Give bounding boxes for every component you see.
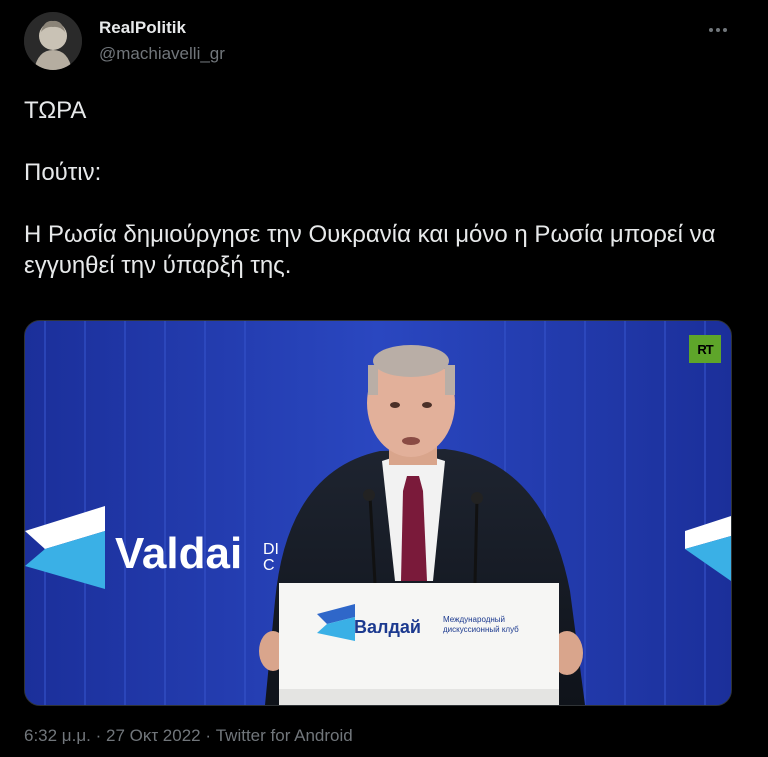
tweet-line: Πούτιν: [24, 159, 102, 186]
display-name[interactable]: RealPolitik [99, 18, 186, 38]
tweet-source-link[interactable]: Twitter for Android [216, 726, 353, 745]
tweet-metadata: 6:32 μ.μ. · 27 Οκτ 2022 · Twitter for An… [24, 726, 353, 746]
podium-tagline: Международный дискуссионный клуб [443, 615, 519, 634]
avatar-image [24, 12, 82, 70]
tweet-line: Η Ρωσία δημιούργησε την Ουκρανία και μόν… [24, 221, 716, 279]
backdrop-brand: Valdai [115, 529, 243, 578]
tweet-line: ΤΩΡΑ [24, 97, 87, 124]
tweet: RealPolitik @machiavelli_gr ΤΩΡΑ Πούτιν:… [0, 0, 768, 757]
dot-icon [709, 28, 713, 32]
user-handle[interactable]: @machiavelli_gr [99, 44, 225, 64]
podium-brand: Валдай [354, 617, 421, 637]
backdrop-brand-suffix: DI C [263, 541, 279, 574]
tweet-time[interactable]: 6:32 μ.μ. [24, 726, 91, 745]
dot-icon [723, 28, 727, 32]
channel-badge: RT [689, 335, 721, 363]
tweet-media-video[interactable]: RT Valdai DI C Валдай Международный диск… [24, 320, 732, 706]
tweet-text: ΤΩΡΑ Πούτιν: Η Ρωσία δημιούργησε την Ουκ… [24, 95, 740, 281]
more-options-button[interactable] [702, 18, 734, 42]
separator: · [95, 726, 106, 745]
tweet-date[interactable]: 27 Οκτ 2022 [106, 726, 201, 745]
video-frame [25, 321, 731, 705]
avatar[interactable] [24, 12, 82, 70]
dot-icon [716, 28, 720, 32]
separator: · [205, 726, 216, 745]
